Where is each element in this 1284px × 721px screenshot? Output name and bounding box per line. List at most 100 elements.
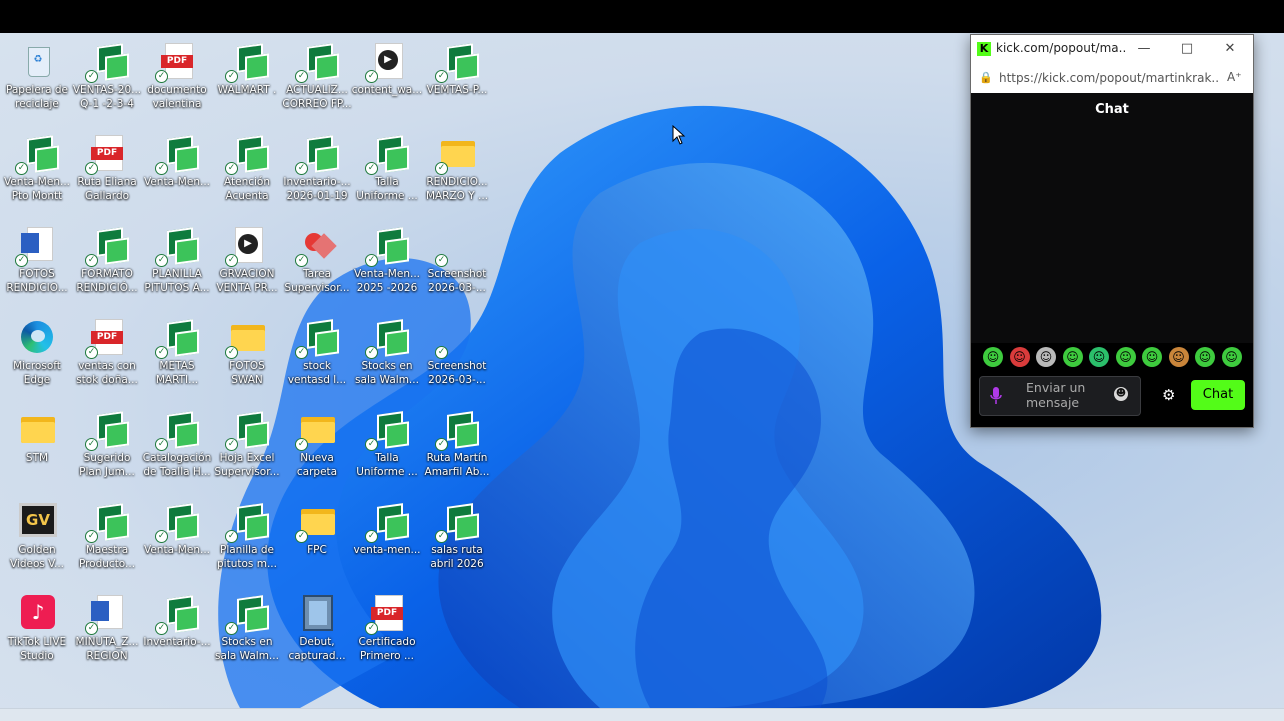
taskbar[interactable] — [0, 708, 1284, 721]
desktop-icon[interactable]: ✓ PLANILLA PITUTOS A... — [140, 221, 214, 309]
shapes-icon: ✓ — [295, 225, 337, 267]
desktop-icon-label: PLANILLA PITUTOS A... — [144, 268, 210, 294]
emote-5-icon[interactable]: ☺ — [1089, 347, 1109, 367]
desktop-icon[interactable]: ✓ FORMATO RENDICIÓ... — [70, 221, 144, 309]
address-url[interactable]: https://kick.com/popout/martinkrak... — [999, 71, 1219, 85]
spreadsheet-icon: ✓ — [435, 501, 479, 543]
desktop-icon-label: documento valentina — [147, 84, 207, 110]
desktop-icon-label: Stocks en sala Walm... — [355, 360, 419, 386]
spreadsheet-icon: ✓ — [155, 317, 199, 359]
desktop-icon[interactable]: ✓ Venta-Men... — [140, 129, 214, 217]
maximize-icon[interactable]: □ — [1172, 39, 1202, 59]
desktop-icon-label: Microsoft Edge — [13, 360, 61, 386]
emote-10-icon[interactable]: ☺ — [1221, 347, 1242, 367]
desktop-icon[interactable]: ✓ Talla Uniforme ... — [350, 129, 424, 217]
send-chat-button[interactable]: Chat — [1191, 380, 1245, 410]
desktop-icon-label: Papelera de reciclaje — [5, 84, 68, 110]
emote-2-icon[interactable]: ☺ — [1009, 347, 1030, 367]
microphone-icon[interactable] — [990, 387, 1002, 405]
desktop-icon[interactable]: ✓ Stocks en sala Walm... — [350, 313, 424, 401]
window-titlebar[interactable]: K kick.com/popout/ma... — □ ✕ — [971, 35, 1253, 63]
document-file-icon: ✓ — [15, 225, 57, 267]
chat-message-input[interactable]: Enviar un mensaje ☻ — [979, 376, 1141, 416]
spreadsheet-icon: ✓ — [295, 133, 339, 175]
desktop-icon[interactable]: ✓ VENTAS-20... Q-1 -2-3-4 — [70, 37, 144, 125]
desktop-icon[interactable]: ✓ Venta-Men... Pto Montt — [0, 129, 74, 217]
desktop-icon[interactable]: ✓ Atención Acuenta — [210, 129, 284, 217]
synced-check-icon: ✓ — [85, 622, 98, 635]
desktop-icon[interactable]: ✓ Maestra Producto... — [70, 497, 144, 585]
desktop-icon[interactable]: ♻ Papelera de reciclaje — [0, 37, 74, 125]
golden-videos-icon: GV — [17, 501, 57, 541]
desktop-icon[interactable]: ✓ Sugerido Plan Jum... — [70, 405, 144, 493]
desktop-icon[interactable]: PDF ✓ Ruta Eliana Gallardo — [70, 129, 144, 217]
desktop-icon[interactable]: ✓ WALMART . — [210, 37, 284, 125]
desktop-icon[interactable]: ✓ VEMTAS-P... — [420, 37, 494, 125]
desktop-icon[interactable]: ✓ FPC — [280, 497, 354, 585]
desktop-icon[interactable]: ✓ Screenshot 2026-03-... — [420, 221, 494, 309]
spreadsheet-icon: ✓ — [295, 317, 339, 359]
desktop-icon[interactable]: ✓ METAS MARTI... — [140, 313, 214, 401]
reader-mode-icon[interactable]: A⁺ — [1227, 70, 1242, 84]
spreadsheet-icon: ✓ — [225, 501, 269, 543]
desktop-icon[interactable]: ✓ Talla Uniforme ... — [350, 405, 424, 493]
spreadsheet-icon: ✓ — [435, 409, 479, 451]
desktop-icon[interactable]: ✓ stock ventasd l... — [280, 313, 354, 401]
desktop-icon[interactable]: ✓ RENDICIO... MARZO Y ... — [420, 129, 494, 217]
synced-check-icon: ✓ — [225, 254, 238, 267]
desktop-icon[interactable]: ✓ Screenshot 2026-03-... — [420, 313, 494, 401]
desktop-icon-label: Nueva carpeta — [296, 452, 338, 478]
desktop-icon[interactable]: ✓ FOTOS RENDICIO... — [0, 221, 74, 309]
desktop-icon-label: VEMTAS-P... — [426, 84, 488, 96]
desktop-icon[interactable]: ✓ Nueva carpeta — [280, 405, 354, 493]
minimize-icon[interactable]: — — [1129, 39, 1159, 59]
synced-check-icon: ✓ — [15, 162, 28, 175]
pdf-file-icon: PDF ✓ — [155, 41, 197, 83]
close-icon[interactable]: ✕ — [1215, 39, 1245, 59]
spreadsheet-icon: ✓ — [365, 501, 409, 543]
emote-6-icon[interactable]: ☺ — [1115, 347, 1136, 367]
synced-check-icon: ✓ — [225, 530, 238, 543]
gear-icon[interactable]: ⚙ — [1162, 386, 1175, 404]
emote-9-icon[interactable]: ☺ — [1195, 347, 1215, 367]
desktop-icon[interactable]: ✓ Stocks en sala Walm... — [210, 589, 284, 677]
desktop-icon[interactable]: ✓ MINUTA_Z... REGION — [70, 589, 144, 677]
desktop-icon[interactable]: PDF ✓ ventas con stok doña... — [70, 313, 144, 401]
desktop-icon[interactable]: ✓ Planilla de pitutos m... — [210, 497, 284, 585]
desktop-icon[interactable]: ✓ Inventario-... 2026-01-19 — [280, 129, 354, 217]
document-file-icon: ✓ — [85, 593, 127, 635]
desktop-icon[interactable]: ✓ Venta-Men... — [140, 497, 214, 585]
desktop-icon[interactable]: ✓ FOTOS SWAN — [210, 313, 284, 401]
spreadsheet-icon: ✓ — [225, 133, 269, 175]
desktop-icon-label: Venta-Men... — [143, 176, 210, 188]
desktop-icon[interactable]: Microsoft Edge — [0, 313, 74, 401]
desktop-icon[interactable]: ✓ ACTUALIZ... CORREO FP... — [280, 37, 354, 125]
emote-8-icon[interactable]: ☺ — [1168, 347, 1189, 367]
desktop-icon[interactable]: ✓ Catalogación de Toalla H... — [140, 405, 214, 493]
emote-4-icon[interactable]: ☺ — [1062, 347, 1083, 367]
desktop-icon-label: Certificado Primero ... — [358, 636, 416, 662]
desktop-icon[interactable]: PDF ✓ Certificado Primero ... — [350, 589, 424, 677]
desktop-icon[interactable]: STM — [0, 405, 74, 493]
desktop-icon[interactable]: ▶ ✓ content_wa... — [350, 37, 424, 125]
desktop-icon[interactable]: ✓ Hoja Excel Supervisor... — [210, 405, 284, 493]
synced-check-icon: ✓ — [365, 70, 378, 83]
desktop-icon[interactable]: ✓ venta-men... — [350, 497, 424, 585]
desktop-icon[interactable]: ✓ salas ruta abril 2026 — [420, 497, 494, 585]
desktop-icon[interactable]: Debut, capturad... — [280, 589, 354, 677]
address-bar[interactable]: 🔒 https://kick.com/popout/martinkrak... … — [971, 63, 1253, 94]
desktop-icon[interactable]: ▶ ✓ GRVACION VENTA PR... — [210, 221, 284, 309]
emote-3-icon[interactable]: ☺ — [1036, 347, 1056, 367]
desktop-icon[interactable]: ✓ Inventario-... — [140, 589, 214, 677]
desktop-icon[interactable]: GV Golden Videos V... — [0, 497, 74, 585]
desktop-icon[interactable]: ♪ TikTok LIVE Studio — [0, 589, 74, 677]
emote-7-icon[interactable]: ☺ — [1142, 347, 1162, 367]
desktop-icon[interactable]: PDF ✓ documento valentina — [140, 37, 214, 125]
desktop-icon-label: WALMART . — [217, 84, 277, 96]
desktop-icon[interactable]: ✓ Tarea Supervisor... — [280, 221, 354, 309]
emote-1-icon[interactable]: ☺ — [983, 347, 1003, 367]
chat-popout-window[interactable]: K kick.com/popout/ma... — □ ✕ 🔒 https://… — [970, 34, 1254, 428]
desktop-icon[interactable]: ✓ Ruta Martín Amarfil Ab... — [420, 405, 494, 493]
emoji-picker-icon[interactable]: ☻ — [1114, 387, 1128, 401]
desktop-icon[interactable]: ✓ Venta-Men... 2025 -2026 — [350, 221, 424, 309]
